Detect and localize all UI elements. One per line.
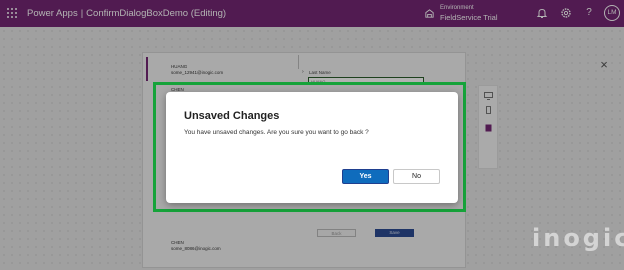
dialog-title: Unsaved Changes	[184, 110, 280, 122]
yes-button[interactable]: Yes	[342, 169, 389, 184]
no-button[interactable]: No	[393, 169, 440, 184]
watermark-logo: inogic	[532, 224, 624, 252]
confirm-dialog: Unsaved Changes You have unsaved changes…	[166, 92, 458, 203]
dialog-message: You have unsaved changes. Are you sure y…	[184, 129, 369, 136]
